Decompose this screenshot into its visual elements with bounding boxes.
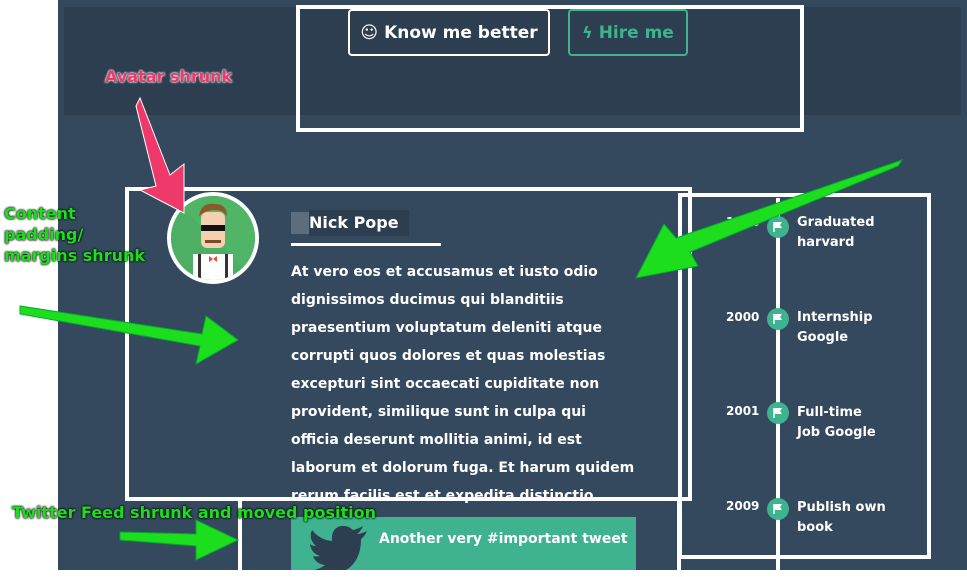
annotation-avatar-label: Avatar shrunk bbox=[105, 67, 233, 86]
annotation-content-label: Content padding/ margins shrunk bbox=[4, 203, 145, 266]
green-arrow-content bbox=[635, 159, 904, 279]
annotation-content-line2: padding/ bbox=[4, 225, 84, 244]
annotation-content-line3: margins shrunk bbox=[4, 246, 146, 265]
annotation-twitter-label: Twitter Feed shrunk and moved position bbox=[12, 503, 376, 522]
pink-arrow bbox=[135, 96, 185, 214]
green-arrow-bio bbox=[19, 305, 239, 365]
green-arrow-twitter bbox=[119, 519, 240, 561]
annotation-content-line1: Content bbox=[4, 204, 76, 223]
